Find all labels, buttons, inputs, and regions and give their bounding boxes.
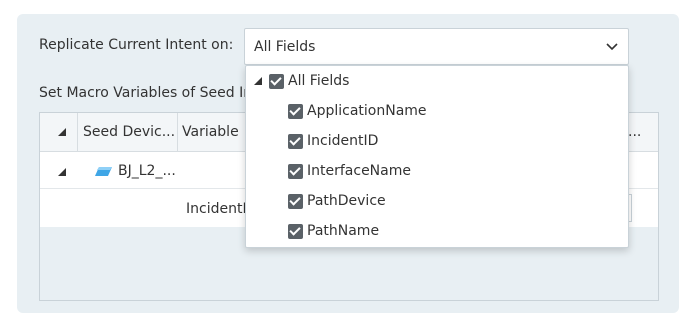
checkbox-checked-icon[interactable] <box>288 193 303 209</box>
checkbox-checked-icon[interactable] <box>269 73 284 89</box>
tree-item-path-device[interactable]: PathDevice <box>288 189 386 213</box>
triangle-collapse-icon[interactable] <box>58 128 66 136</box>
tree-item-label: ApplicationName <box>307 103 427 119</box>
tree-item-label: All Fields <box>288 73 350 89</box>
replicate-label: Replicate Current Intent on: <box>39 37 234 53</box>
triangle-collapse-icon[interactable] <box>254 77 262 85</box>
select-value: All Fields <box>254 39 316 55</box>
macro-variables-label: Set Macro Variables of Seed In <box>39 85 253 101</box>
chevron-down-icon <box>606 43 618 51</box>
tree-item-label: PathName <box>307 223 380 239</box>
tree-item-path-name[interactable]: PathName <box>288 219 379 243</box>
tree-item-root[interactable]: All Fields <box>254 69 349 93</box>
tree-item-interface-name[interactable]: InterfaceName <box>288 159 411 183</box>
tree-item-application-name[interactable]: ApplicationName <box>288 99 427 123</box>
seed-device-name: BJ_L2_... <box>118 163 176 179</box>
replicate-fields-select[interactable]: All Fields <box>244 28 629 65</box>
tree-item-label: IncidentID <box>307 133 379 149</box>
column-header-variable[interactable]: Variable <box>178 113 246 152</box>
tree-item-label: PathDevice <box>307 193 386 209</box>
tree-item-incident-id[interactable]: IncidentID <box>288 129 378 153</box>
fields-dropdown-tree: All Fields ApplicationName IncidentID In… <box>245 65 629 248</box>
checkbox-checked-icon[interactable] <box>288 223 303 239</box>
column-header-seed-device[interactable]: Seed Devic... <box>78 113 178 152</box>
variable-name: IncidentI <box>186 201 247 217</box>
triangle-collapse-icon[interactable] <box>58 168 66 176</box>
checkbox-checked-icon[interactable] <box>288 133 303 149</box>
tree-item-label: InterfaceName <box>307 163 411 179</box>
checkbox-checked-icon[interactable] <box>288 163 303 179</box>
switch-device-icon <box>95 167 112 176</box>
header-expand-cell[interactable] <box>40 113 78 152</box>
checkbox-checked-icon[interactable] <box>288 103 303 119</box>
